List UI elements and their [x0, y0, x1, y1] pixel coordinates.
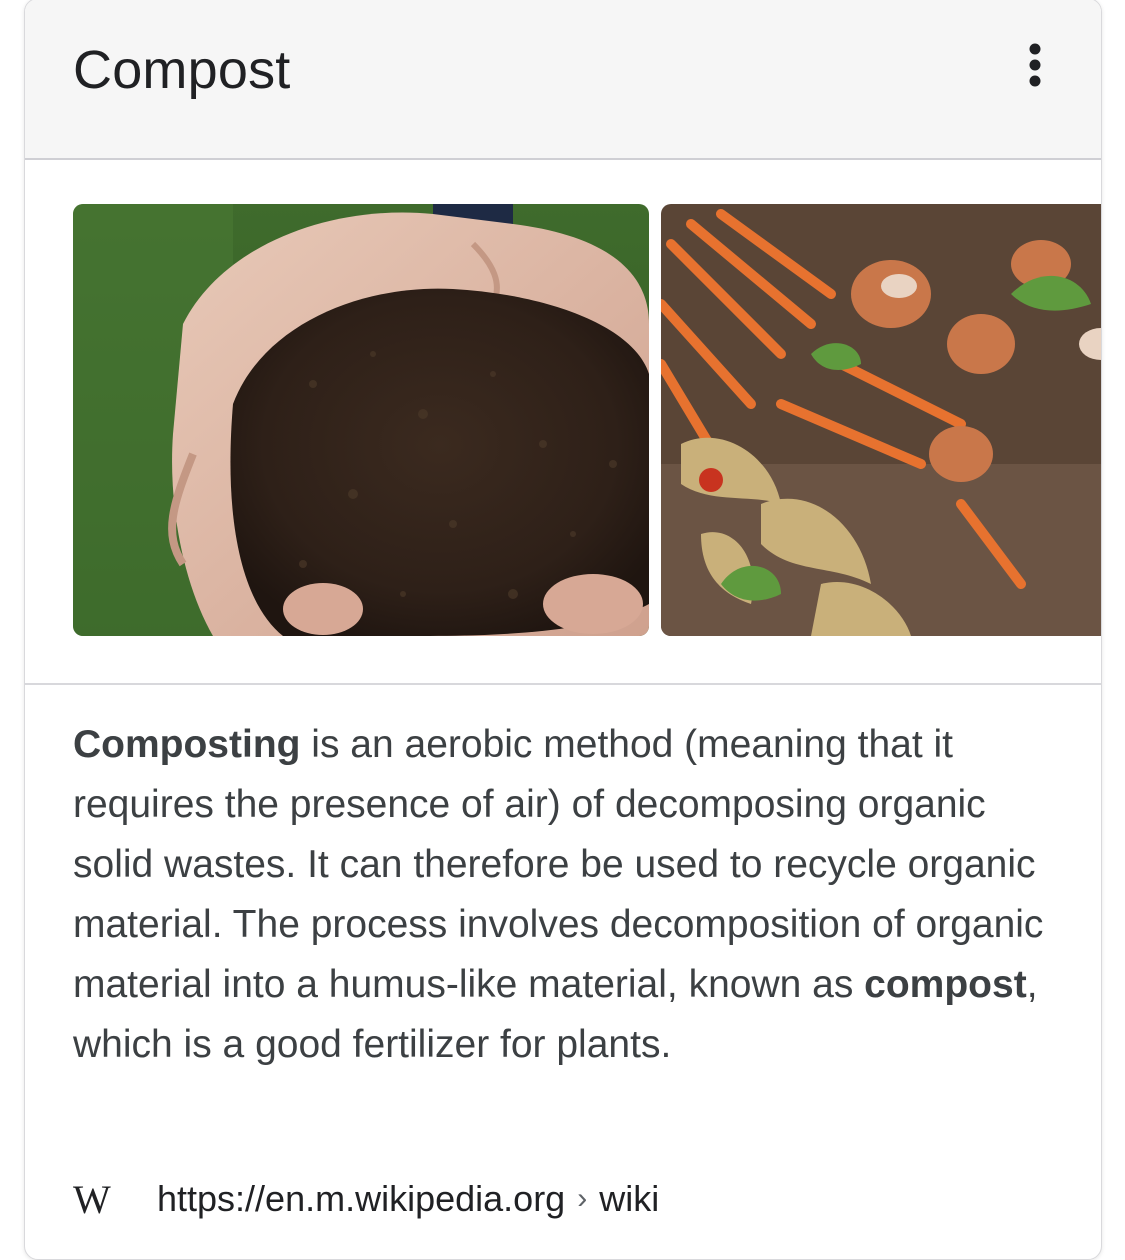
card-header: Compost [25, 0, 1101, 160]
kitchen-scraps-image[interactable] [661, 204, 1101, 636]
wikipedia-logo-icon: W [73, 1176, 111, 1222]
source-url: https://en.m.wikipedia.org [157, 1178, 566, 1219]
source-separator: › [577, 1182, 588, 1215]
compost-in-hands-image[interactable] [73, 204, 649, 636]
description-term-composting: Composting [73, 723, 301, 766]
section-divider [25, 683, 1101, 685]
source-path: wiki [599, 1178, 660, 1219]
description-text: Composting is an aerobic method (meaning… [73, 715, 1073, 1075]
description-term-compost: compost [864, 963, 1027, 1006]
more-options-button[interactable] [1013, 39, 1057, 95]
source-link[interactable]: W https://en.m.wikipedia.org › wiki [73, 1171, 659, 1227]
card-title: Compost [73, 40, 291, 100]
knowledge-panel-card: Compost Composting is an aerobic method … [24, 0, 1102, 1260]
more-vert-icon [1029, 43, 1041, 87]
image-carousel[interactable] [73, 204, 1101, 636]
